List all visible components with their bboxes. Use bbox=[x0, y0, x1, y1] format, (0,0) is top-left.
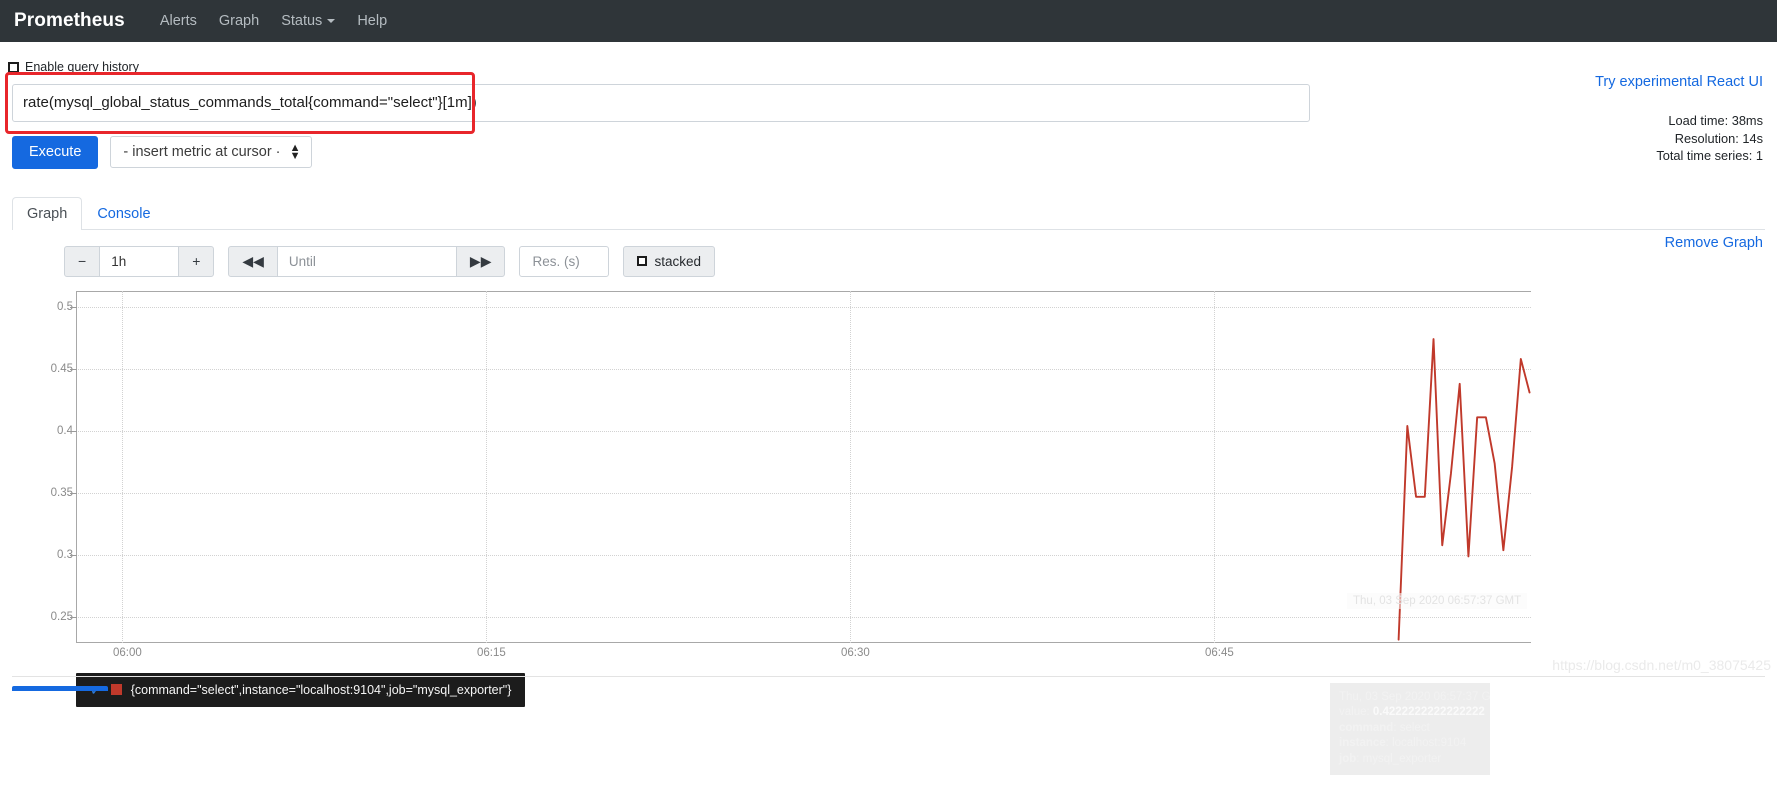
nav-link-status[interactable]: Status bbox=[270, 13, 346, 29]
nav-link-alerts-label: Alerts bbox=[159, 13, 197, 29]
tooltip-value-key: value: bbox=[1339, 706, 1373, 718]
tooltip-value-row: value: 0.4222222222222222 bbox=[1339, 705, 1485, 721]
expression-input-wrapper bbox=[5, 72, 1765, 134]
navbar: Prometheus Alerts Graph Status Help bbox=[0, 0, 1777, 42]
page-divider bbox=[12, 675, 1765, 677]
hover-timestamp-tooltip: Thu, 03 Sep 2020 06:57:37 GMT bbox=[1347, 592, 1528, 609]
until-input[interactable]: Until bbox=[277, 245, 456, 277]
chart-legend[interactable]: ✓ {command="select",instance="localhost:… bbox=[76, 672, 526, 707]
execute-button[interactable]: Execute bbox=[12, 136, 99, 169]
range-increase-button[interactable]: + bbox=[178, 245, 215, 277]
tooltip-label-row: job: mysql_exporter bbox=[1339, 752, 1442, 765]
legend-series-label: {command="select",instance="localhost:91… bbox=[130, 682, 512, 697]
nav-link-graph-label: Graph bbox=[218, 13, 260, 29]
panel-tabs: Graph Console bbox=[12, 196, 1765, 230]
resolution-input[interactable]: Res. (s) bbox=[519, 245, 610, 277]
nav-link-help-label: Help bbox=[357, 13, 388, 29]
tooltip-label-value-job: mysql_exporter bbox=[1362, 752, 1442, 765]
stacked-label: stacked bbox=[654, 253, 701, 269]
enable-query-history-row[interactable]: Enable query history bbox=[8, 60, 1765, 74]
tooltip-value: 0.4222222222222222 bbox=[1372, 706, 1485, 718]
nav-link-graph[interactable]: Graph bbox=[208, 13, 270, 29]
tooltip-label-key-command: command bbox=[1339, 721, 1394, 734]
expression-input[interactable] bbox=[12, 84, 1310, 122]
range-input[interactable]: 1h bbox=[100, 245, 179, 277]
add-graph-button[interactable] bbox=[12, 685, 108, 691]
range-stepper-group: − 1h + bbox=[64, 245, 215, 277]
nav-link-help[interactable]: Help bbox=[346, 13, 398, 29]
x-axis-label-3: 06:45 bbox=[1205, 646, 1234, 659]
stacked-checkbox-icon[interactable] bbox=[637, 256, 648, 266]
tooltip-label-value-instance: localhost:9104 bbox=[1392, 737, 1467, 749]
nav-link-status-label: Status bbox=[281, 13, 323, 29]
tooltip-label-key-instance: instance bbox=[1339, 737, 1386, 749]
watermark-text: https://blog.csdn.net/m0_38075425 bbox=[1552, 656, 1771, 673]
range-decrease-button[interactable]: − bbox=[64, 245, 101, 277]
tab-graph[interactable]: Graph bbox=[12, 196, 83, 230]
remove-graph-link[interactable]: Remove Graph bbox=[1665, 235, 1763, 251]
checkbox-icon[interactable] bbox=[8, 61, 19, 73]
resolution-stat: Resolution: 14s bbox=[1674, 130, 1763, 146]
execute-row: Execute - insert metric at cursor · ▲ ▼ bbox=[12, 136, 1765, 169]
main-content: Try experimental React UI Load time: 38m… bbox=[0, 60, 1777, 775]
tooltip-label-row: command: select bbox=[1339, 721, 1430, 734]
tooltip-label-value-command: select bbox=[1399, 721, 1430, 734]
tooltip-label-key-job: job bbox=[1339, 752, 1357, 765]
x-axis-label-1: 06:15 bbox=[477, 646, 506, 659]
insert-metric-select-value: - insert metric at cursor · bbox=[123, 144, 281, 161]
x-axis-label-2: 06:30 bbox=[841, 646, 870, 659]
graph-panel: 0.5 0.45 0.4 0.35 0.3 0.25 06:00 06:15 0… bbox=[12, 290, 1777, 775]
tooltip-label-row: instance: localhost:9104 bbox=[1339, 737, 1467, 749]
x-axis-label-0: 06:00 bbox=[113, 646, 142, 659]
series-line-chart bbox=[1397, 337, 1531, 641]
insert-metric-select[interactable]: - insert metric at cursor · ▲ ▼ bbox=[110, 136, 312, 169]
total-time-series-stat: Total time series: 1 bbox=[1656, 148, 1763, 163]
tooltip-timestamp: Thu, 03 Sep 2020 06:57:37 GMT bbox=[1339, 690, 1490, 703]
enable-query-history-label: Enable query history bbox=[25, 60, 139, 74]
legend-color-swatch bbox=[110, 684, 122, 695]
until-navigation-group: ◀◀ Until ▶▶ bbox=[228, 245, 506, 277]
select-arrows-icon: ▲ ▼ bbox=[289, 142, 301, 163]
hover-detail-tooltip: Thu, 03 Sep 2020 06:57:37 GMT value: 0.4… bbox=[1330, 682, 1490, 775]
tab-graph-label: Graph bbox=[27, 205, 68, 222]
chevron-down-icon bbox=[327, 19, 336, 24]
nav-link-alerts[interactable]: Alerts bbox=[149, 13, 208, 29]
tab-console[interactable]: Console bbox=[82, 197, 165, 230]
tab-console-label: Console bbox=[97, 205, 151, 222]
stacked-toggle[interactable]: stacked bbox=[623, 245, 715, 277]
step-forward-icon[interactable]: ▶▶ bbox=[455, 245, 506, 277]
brand-logo[interactable]: Prometheus bbox=[14, 10, 125, 32]
step-backward-icon[interactable]: ◀◀ bbox=[228, 245, 278, 277]
graph-controls: − 1h + ◀◀ Until ▶▶ Res. (s) stacked bbox=[12, 245, 1765, 277]
